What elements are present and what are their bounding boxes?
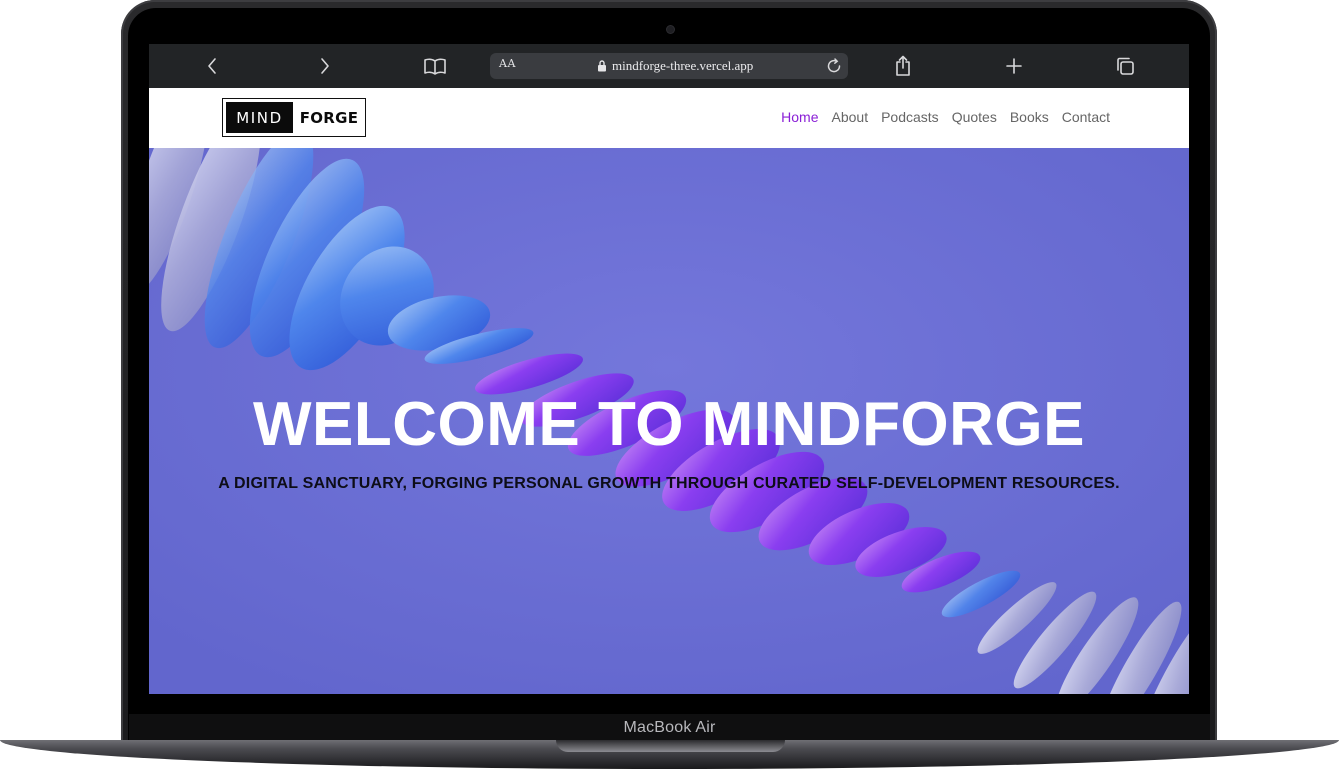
hero-title: WELCOME TO MINDFORGE [252, 390, 1086, 459]
tabs-icon[interactable] [1105, 44, 1145, 88]
chevron-left-icon[interactable] [193, 44, 233, 88]
laptop-notch [556, 740, 785, 752]
book-icon[interactable] [415, 44, 455, 88]
browser-toolbar: AA mindforge-three.vercel.app [149, 44, 1189, 88]
hero-subtitle: A DIGITAL SANCTUARY, FORGING PERSONAL GR… [218, 475, 1120, 492]
screen: AA mindforge-three.vercel.app MIND FORGE… [149, 44, 1189, 694]
chevron-right-icon[interactable] [304, 44, 344, 88]
laptop-chin: MacBook Air [129, 714, 1210, 742]
nav-quotes[interactable]: Quotes [952, 109, 997, 125]
reader-button[interactable]: AA [499, 57, 516, 70]
logo-forge: FORGE [299, 108, 359, 127]
site-logo[interactable]: MIND FORGE [222, 98, 366, 137]
logo-mind: MIND [226, 102, 293, 133]
camera-icon [667, 26, 674, 33]
url-text: mindforge-three.vercel.app [612, 58, 754, 73]
nav-contact[interactable]: Contact [1062, 109, 1110, 125]
hero-section: WELCOME TO MINDFORGE A DIGITAL SANCTUARY… [149, 148, 1189, 694]
share-icon[interactable] [883, 44, 923, 88]
nav-home[interactable]: Home [781, 109, 818, 125]
reload-icon[interactable] [824, 56, 844, 81]
device-label: MacBook Air [623, 719, 716, 736]
main-nav: Home About Podcasts Quotes Books Contact [768, 109, 1110, 125]
nav-podcasts[interactable]: Podcasts [881, 109, 939, 125]
plus-icon[interactable] [994, 44, 1034, 88]
address-bar[interactable]: AA mindforge-three.vercel.app [490, 53, 848, 79]
nav-about[interactable]: About [832, 109, 869, 125]
lock-icon [597, 59, 607, 77]
site-header: MIND FORGE Home About Podcasts Quotes Bo… [149, 88, 1189, 149]
nav-books[interactable]: Books [1010, 109, 1049, 125]
